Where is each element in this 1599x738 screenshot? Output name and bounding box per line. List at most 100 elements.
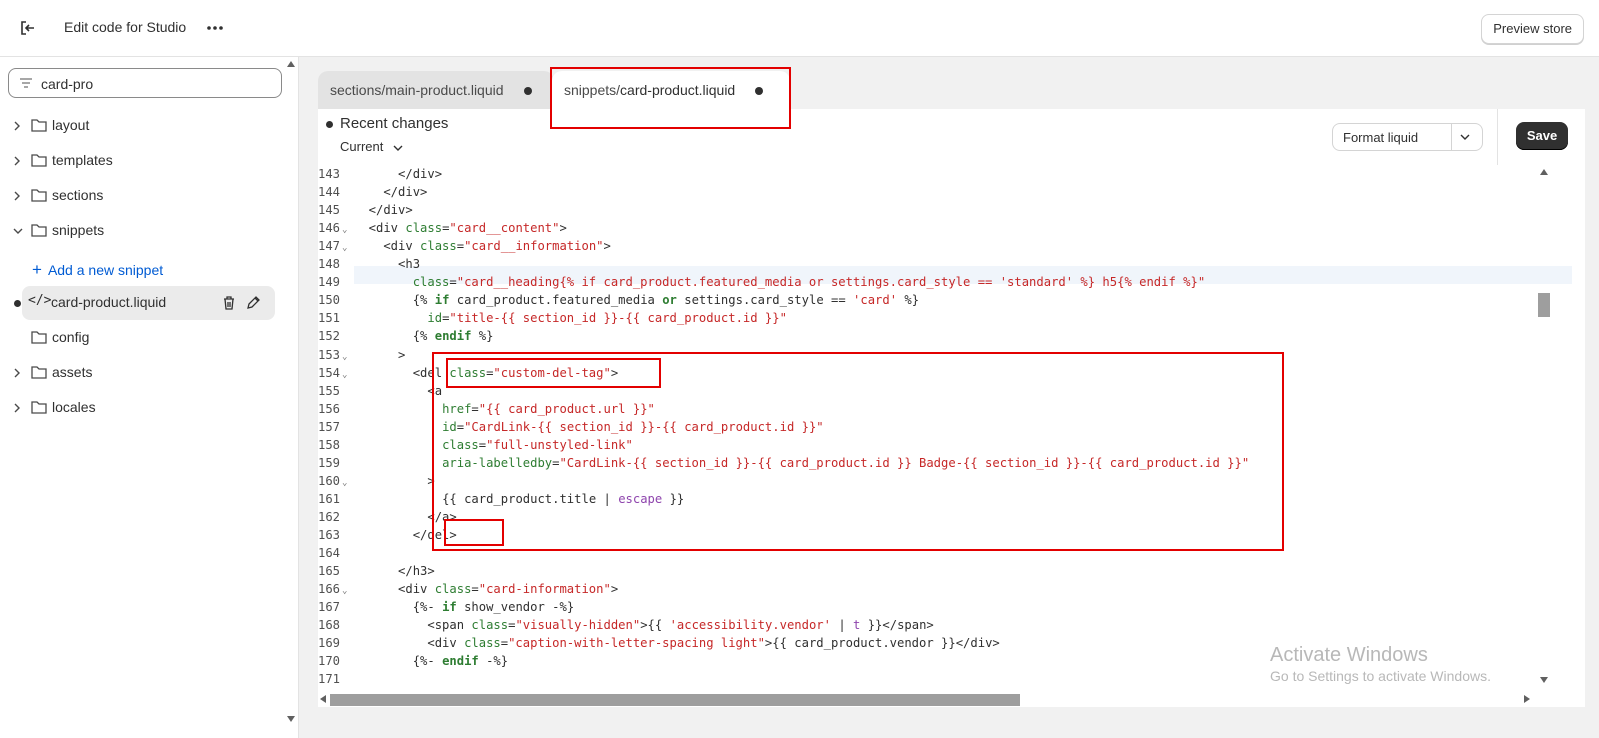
horizontal-scrollbar[interactable]: [318, 691, 1585, 707]
preview-store-button[interactable]: Preview store: [1481, 14, 1584, 44]
folder-label: assets: [52, 364, 93, 380]
scroll-up-arrow-icon[interactable]: [287, 61, 295, 67]
search-input[interactable]: [39, 73, 273, 95]
line-number: 157: [318, 419, 341, 434]
code-line: <div class="card-information">: [354, 582, 619, 597]
code-line: id="title-{{ section_id }}-{{ card_produ…: [427, 311, 787, 326]
folder-icon: [31, 401, 47, 414]
more-horizontal-icon[interactable]: [205, 18, 225, 38]
file-search[interactable]: [8, 68, 282, 98]
code-file-icon: </>: [28, 293, 52, 308]
folder-label: sections: [52, 187, 104, 203]
folder-config[interactable]: config: [0, 321, 282, 355]
code-line: </div>: [354, 203, 413, 218]
code-line: </div>: [354, 167, 443, 181]
line-number: 149: [318, 275, 341, 290]
unsaved-dot: [326, 121, 333, 128]
format-liquid-button[interactable]: Format liquid: [1332, 123, 1483, 151]
fold-chevron-icon[interactable]: ⌄: [342, 225, 347, 235]
line-number: 171: [318, 672, 341, 687]
line-number: 160: [318, 473, 341, 488]
chevron-down-icon[interactable]: [1459, 132, 1471, 142]
folder-label: locales: [52, 399, 96, 415]
line-number: 144: [318, 185, 341, 200]
line-number: 154: [318, 365, 341, 380]
code-line: <span class="visually-hidden">{{ 'access…: [354, 618, 934, 633]
folder-label: snippets: [52, 222, 105, 238]
fold-chevron-icon[interactable]: ⌄: [342, 586, 347, 596]
chevron-right-icon: [14, 191, 20, 201]
code-line: <div class="card__information">: [354, 239, 611, 254]
edit-icon[interactable]: [246, 295, 261, 310]
code-line: class="card__heading{% if card_product.f…: [412, 275, 1206, 290]
line-number: 163: [318, 528, 341, 542]
fold-chevron-icon[interactable]: ⌄: [342, 243, 347, 253]
tab-main-product[interactable]: sections/main-product.liquid: [318, 71, 554, 109]
code-line: <div class="card__content">: [354, 221, 567, 236]
code-line: </h3>: [354, 564, 435, 579]
file-sidebar: layout templates sections snippets + Add …: [0, 57, 299, 738]
folder-layout[interactable]: layout: [0, 109, 282, 143]
folder-icon: [31, 366, 47, 379]
chevron-right-icon: [14, 156, 20, 166]
line-number: 148: [318, 257, 341, 272]
folder-sections[interactable]: sections: [0, 179, 282, 213]
line-number: 147: [318, 239, 341, 254]
add-snippet-link[interactable]: + Add a new snippet: [32, 260, 163, 280]
exit-icon[interactable]: [18, 18, 38, 38]
divider: [1451, 124, 1452, 150]
folder-icon: [31, 224, 47, 237]
chevron-right-icon: [14, 368, 20, 378]
chevron-down-icon: [13, 228, 23, 234]
version-label: Current: [340, 139, 384, 154]
divider: [1497, 109, 1498, 165]
trash-icon[interactable]: [222, 295, 236, 311]
scroll-down-arrow-icon[interactable]: [1540, 677, 1548, 683]
filter-icon: [20, 78, 32, 88]
page-title: Edit code for Studio: [64, 19, 187, 35]
code-line: >: [354, 347, 406, 362]
folder-label: layout: [52, 117, 90, 133]
folder-templates[interactable]: templates: [0, 144, 282, 178]
line-number: 145: [318, 203, 341, 218]
line-number: 152: [318, 329, 341, 344]
folder-snippets[interactable]: snippets: [0, 214, 282, 248]
line-number: 155: [318, 383, 341, 398]
save-button[interactable]: Save: [1516, 122, 1568, 150]
fold-chevron-icon[interactable]: ⌄: [342, 370, 347, 380]
scroll-left-arrow-icon[interactable]: [320, 695, 326, 703]
folder-assets[interactable]: assets: [0, 356, 282, 390]
fold-chevron-icon[interactable]: ⌄: [342, 352, 347, 362]
folder-icon: [31, 119, 47, 132]
windows-watermark-subtitle: Go to Settings to activate Windows.: [1270, 668, 1491, 684]
code-line: {% if card_product.featured_media or set…: [412, 293, 920, 308]
vertical-scrollbar-thumb[interactable]: [1538, 293, 1550, 317]
folder-locales[interactable]: locales: [0, 391, 282, 425]
version-selector[interactable]: Current: [340, 139, 403, 154]
code-line: {%- endif -%}: [412, 654, 509, 669]
unsaved-dot: [523, 87, 532, 96]
windows-watermark-title: Activate Windows: [1270, 644, 1428, 666]
folder-icon: [31, 189, 47, 202]
line-number: 165: [318, 564, 341, 579]
line-number: 156: [318, 401, 341, 416]
chevron-down-icon: [393, 145, 403, 151]
folder-label: config: [52, 329, 90, 345]
recent-changes-title: Recent changes: [340, 115, 449, 132]
file-card-product[interactable]: </> card-product.liquid: [22, 286, 275, 320]
scroll-up-arrow-icon[interactable]: [1540, 169, 1548, 175]
scroll-right-arrow-icon[interactable]: [1524, 695, 1530, 703]
line-number: 167: [318, 600, 341, 615]
code-line: {% endif %}: [412, 329, 494, 344]
format-liquid-label: Format liquid: [1343, 130, 1419, 145]
line-number: 161: [318, 491, 341, 506]
line-number: 150: [318, 293, 341, 308]
plus-icon: +: [32, 260, 42, 279]
scroll-down-arrow-icon[interactable]: [287, 716, 295, 722]
line-number: 159: [318, 455, 341, 470]
annotation-box-tab: [550, 67, 791, 129]
fold-chevron-icon[interactable]: ⌄: [342, 478, 347, 488]
horizontal-scrollbar-thumb[interactable]: [330, 694, 1020, 706]
line-number: 151: [318, 311, 341, 326]
line-number: 143: [318, 167, 341, 181]
